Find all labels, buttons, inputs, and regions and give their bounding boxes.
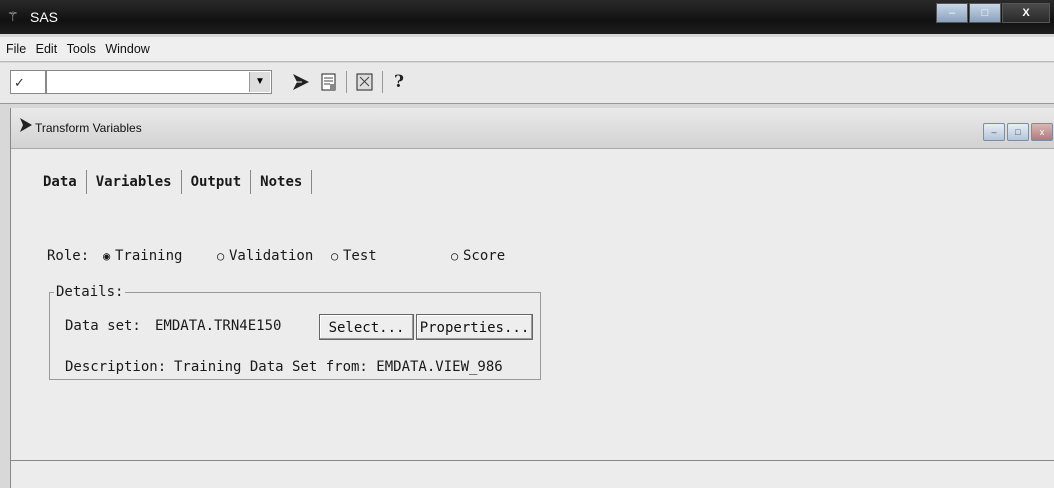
menu-edit[interactable]: Edit	[36, 42, 58, 56]
submit-check-button[interactable]: ✓	[10, 70, 46, 94]
menu-file[interactable]: File	[6, 42, 26, 56]
toolbar-separator	[382, 71, 383, 93]
window-controls: – □ X	[935, 3, 1050, 23]
radio-validation-label: Validation	[229, 248, 314, 264]
dataset-value: EMDATA.TRN4E150	[155, 318, 282, 334]
sub-close-button[interactable]: x	[1031, 123, 1053, 141]
sas-icon: ⚚	[7, 9, 19, 24]
radio-score[interactable]: ○ Score	[451, 248, 505, 264]
tab-bar: Data Variables Output Notes	[39, 170, 313, 194]
transform-icon	[19, 117, 33, 138]
sub-minimize-button[interactable]: –	[983, 123, 1005, 141]
window-title: SAS	[30, 9, 59, 25]
menu-bar: File Edit Tools Window	[0, 37, 1054, 62]
radio-unselected-icon: ○	[451, 249, 459, 263]
tab-notes[interactable]: Notes	[251, 170, 313, 194]
details-legend: Details:	[56, 284, 124, 300]
radio-score-label: Score	[463, 248, 506, 264]
description-value: Training Data Set from: EMDATA.VIEW_986	[174, 359, 503, 375]
radio-unselected-icon: ○	[217, 249, 225, 263]
command-combo[interactable]: ▼	[46, 70, 272, 94]
dataset-label: Data set:	[65, 318, 141, 334]
radio-training[interactable]: ◉ Training	[103, 248, 182, 264]
description-label: Description:	[65, 359, 167, 375]
radio-training-label: Training	[115, 248, 183, 264]
subwindow-controls: – □ x	[981, 123, 1053, 141]
subwindow-title-bar: Transform Variables – □ x	[11, 108, 1054, 149]
menu-tools[interactable]: Tools	[67, 42, 96, 56]
title-bar: ⚚ SAS – □ X	[0, 0, 1054, 34]
new-icon[interactable]	[318, 71, 340, 93]
radio-unselected-icon: ○	[331, 249, 339, 263]
tab-output[interactable]: Output	[182, 170, 252, 194]
toolbar-separator	[346, 71, 347, 93]
run-icon[interactable]	[290, 71, 312, 93]
tab-variables[interactable]: Variables	[87, 170, 182, 194]
radio-test[interactable]: ○ Test	[331, 248, 377, 264]
minimize-button[interactable]: –	[936, 3, 968, 23]
menu-window[interactable]: Window	[105, 42, 149, 56]
role-label: Role:	[47, 248, 90, 264]
divider	[11, 460, 1054, 461]
properties-button[interactable]: Properties...	[416, 314, 533, 340]
close-button[interactable]: X	[1002, 3, 1050, 23]
sub-maximize-button[interactable]: □	[1007, 123, 1029, 141]
select-button[interactable]: Select...	[319, 314, 414, 340]
radio-test-label: Test	[343, 248, 377, 264]
maximize-button[interactable]: □	[969, 3, 1001, 23]
transform-variables-window: Transform Variables – □ x Data Variables…	[10, 108, 1054, 488]
radio-validation[interactable]: ○ Validation	[217, 248, 313, 264]
chevron-down-icon[interactable]: ▼	[249, 72, 270, 92]
help-icon[interactable]: ?	[388, 71, 410, 93]
radio-selected-icon: ◉	[103, 249, 111, 263]
options-icon[interactable]	[354, 71, 376, 93]
tab-data[interactable]: Data	[39, 170, 87, 194]
subwindow-title: Transform Variables	[35, 121, 142, 135]
toolbar: ✓ ▼ ?	[0, 63, 1054, 104]
